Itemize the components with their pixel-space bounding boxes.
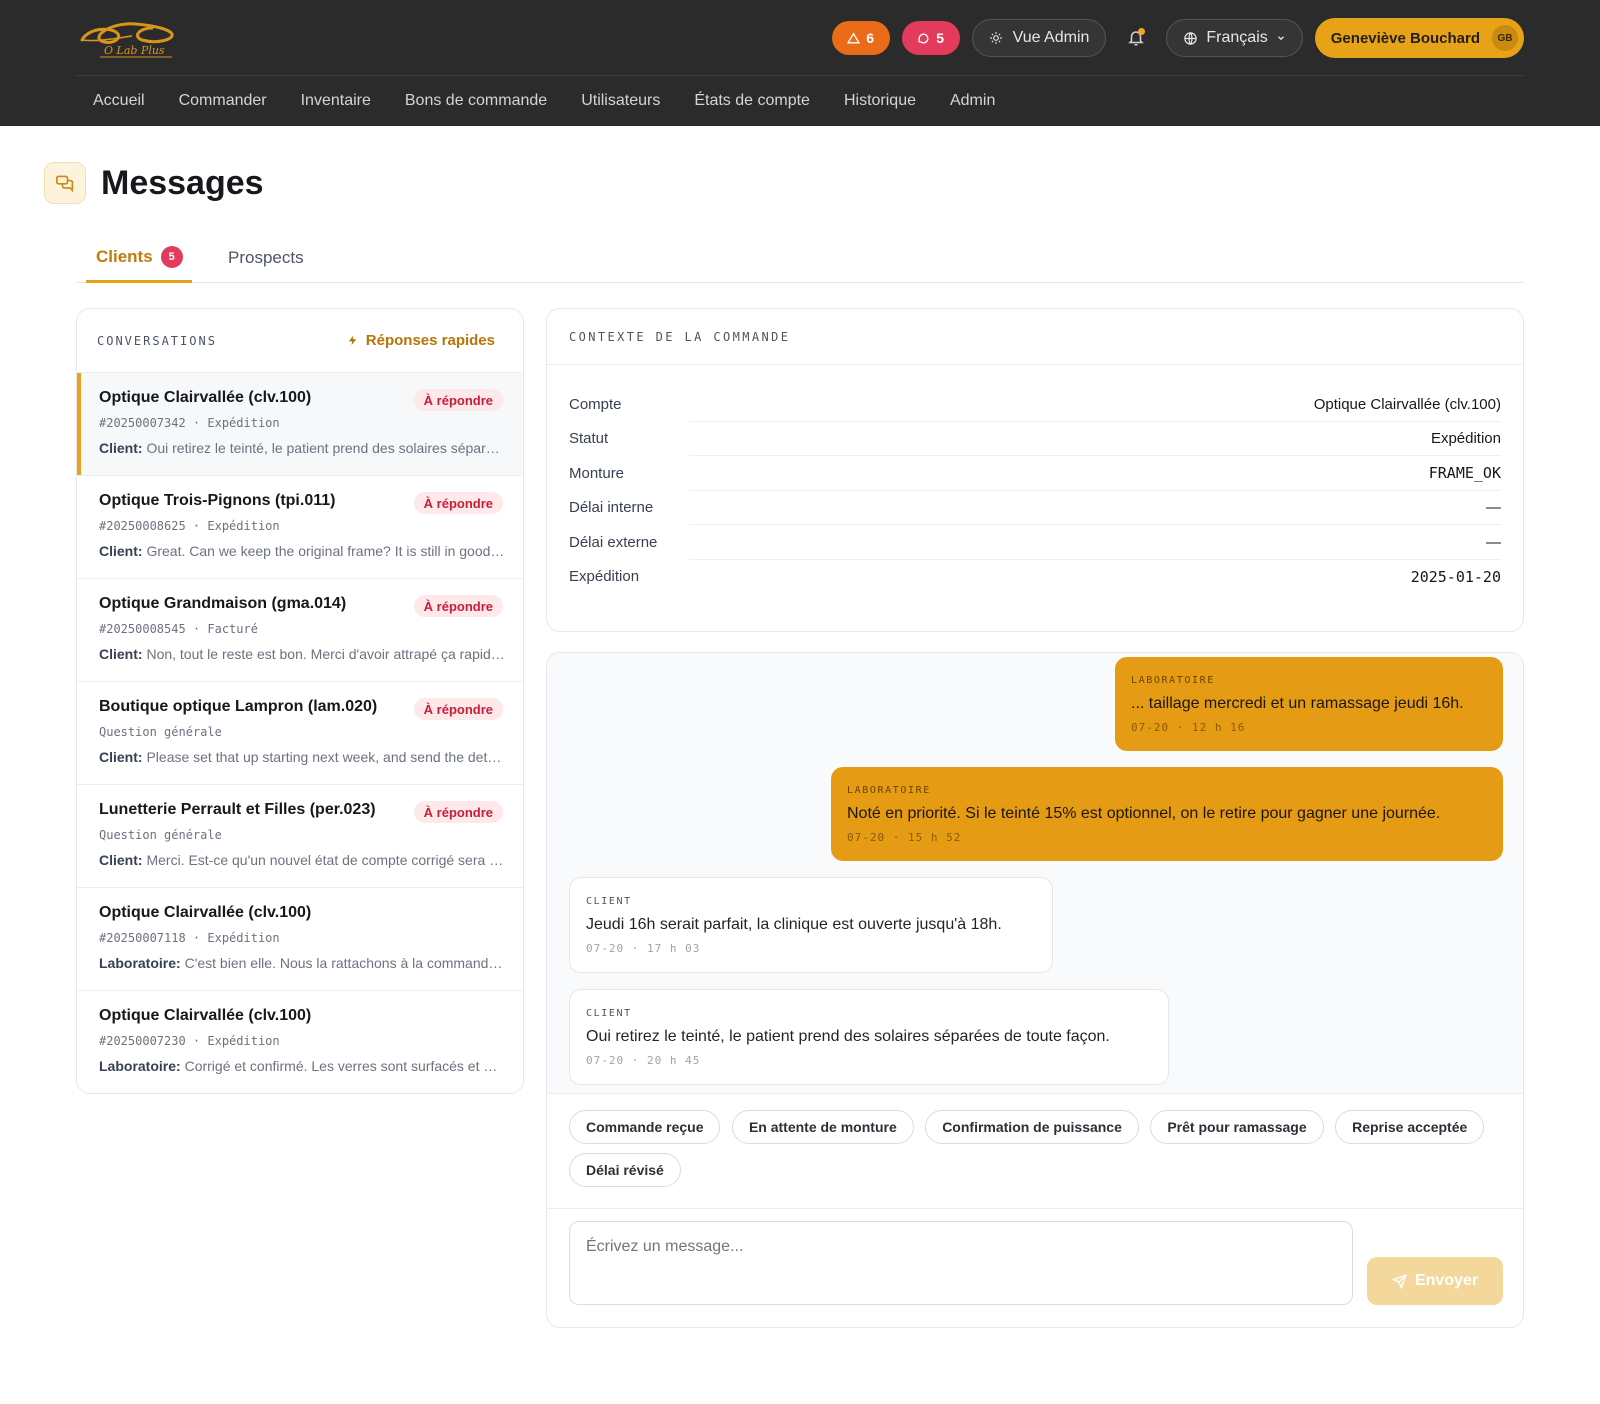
company-logo[interactable]: O Lab Plus (78, 14, 178, 60)
message-bubble-client: CLIENT Oui retirez le teinté, le patient… (569, 989, 1169, 1085)
quick-reply-chip[interactable]: Reprise acceptée (1335, 1110, 1485, 1144)
send-button[interactable]: Envoyer (1367, 1257, 1503, 1305)
context-row-account: Compte Optique Clairvallée (clv.100) (569, 387, 1501, 422)
order-context-title: CONTEXTE DE LA COMMANDE (547, 309, 1523, 365)
context-row-internal-delay: Délai interne — (569, 491, 1501, 526)
messages-badge[interactable]: 5 (901, 21, 960, 55)
quick-replies-bar: Commande reçue En attente de monture Con… (547, 1093, 1523, 1209)
globe-icon (1184, 31, 1198, 45)
status-badge: À répondre (413, 698, 503, 720)
tab-prospects[interactable]: Prospects (228, 234, 304, 282)
status-badge: À répondre (413, 595, 503, 617)
conversations-title: CONVERSATIONS (97, 333, 217, 348)
tab-clients[interactable]: Clients 5 (86, 234, 192, 283)
avatar: GB (1492, 25, 1518, 51)
sun-icon (989, 32, 1002, 44)
top-row: O Lab Plus 6 5 Vue Admin Français Genevi… (76, 0, 1524, 76)
conversation-item[interactable]: Optique Clairvallée (clv.100) #202500071… (77, 888, 523, 991)
top-bar: O Lab Plus 6 5 Vue Admin Français Genevi… (0, 0, 1600, 126)
quick-reply-chip[interactable]: Confirmation de puissance (925, 1110, 1139, 1144)
conversation-item[interactable]: Optique Grandmaison (gma.014) À répondre… (77, 579, 523, 682)
messages-icon (44, 162, 86, 204)
admin-view-button[interactable]: Vue Admin (971, 19, 1107, 57)
conversation-item[interactable]: Optique Clairvallée (clv.100) À répondre… (77, 373, 523, 476)
nav-item-admin[interactable]: Admin (933, 92, 1012, 110)
conversations-header: CONVERSATIONS Réponses rapides (77, 309, 523, 373)
message-thread[interactable]: LABORATOIRE ... taillage mercredi et un … (547, 653, 1523, 1093)
quick-reply-chip[interactable]: Délai révisé (569, 1153, 681, 1187)
quick-reply-chip[interactable]: Prêt pour ramassage (1150, 1110, 1324, 1144)
message-bubble-lab: LABORATOIRE Noté en priorité. Si le tein… (831, 767, 1503, 861)
nav-item-bons-de-commande[interactable]: Bons de commande (388, 92, 564, 110)
quick-reply-chip[interactable]: Commande reçue (569, 1110, 721, 1144)
nav-item-accueil[interactable]: Accueil (76, 92, 162, 110)
chat-bubble-icon (918, 33, 929, 43)
status-badge: À répondre (413, 492, 503, 514)
nav-item-commander[interactable]: Commander (162, 92, 284, 110)
nav-item-etats-de-compte[interactable]: États de compte (677, 92, 827, 110)
page-title: Messages (101, 164, 264, 202)
conversation-item[interactable]: Optique Clairvallée (clv.100) #202500072… (77, 991, 523, 1093)
context-row-shipping: Expédition 2025-01-20 (569, 567, 1501, 586)
send-icon (1391, 1273, 1407, 1289)
quick-replies-link[interactable]: Réponses rapides (347, 332, 495, 349)
conversations-panel: CONVERSATIONS Réponses rapides Optique C… (76, 308, 524, 1094)
nav-item-utilisateurs[interactable]: Utilisateurs (564, 92, 677, 110)
language-selector[interactable]: Français (1166, 19, 1303, 57)
status-badge: À répondre (413, 389, 503, 411)
message-bubble-client: CLIENT Jeudi 16h serait parfait, la clin… (569, 877, 1053, 973)
message-bubble-lab: LABORATOIRE ... taillage mercredi et un … (1115, 657, 1503, 751)
conversation-item[interactable]: Lunetterie Perrault et Filles (per.023) … (77, 785, 523, 888)
tab-count-badge: 5 (160, 246, 183, 268)
alerts-badge[interactable]: 6 (831, 21, 890, 55)
message-input[interactable] (569, 1221, 1353, 1305)
conversation-item[interactable]: Boutique optique Lampron (lam.020) À rép… (77, 682, 523, 785)
status-badge: À répondre (413, 801, 503, 823)
order-context-panel: CONTEXTE DE LA COMMANDE Compte Optique Cl… (546, 308, 1524, 632)
context-row-status: Statut Expédition (569, 422, 1501, 457)
nav-item-historique[interactable]: Historique (827, 92, 933, 110)
context-row-frame: Monture FRAME_OK (569, 456, 1501, 491)
lightning-icon (348, 335, 356, 346)
warning-icon (847, 31, 861, 43)
context-row-external-delay: Délai externe — (569, 525, 1501, 560)
tab-bar: Clients 5 Prospects (76, 234, 1524, 283)
svg-text:O Lab Plus: O Lab Plus (104, 44, 165, 57)
main-nav: Accueil Commander Inventaire Bons de com… (76, 76, 1012, 126)
notifications-button[interactable] (1116, 19, 1156, 57)
chat-panel: LABORATOIRE ... taillage mercredi et un … (546, 652, 1524, 1328)
quick-reply-chip[interactable]: En attente de monture (731, 1110, 914, 1144)
chevron-down-icon (1277, 36, 1284, 41)
conversation-item[interactable]: Optique Trois-Pignons (tpi.011) À répond… (77, 476, 523, 579)
nav-item-inventaire[interactable]: Inventaire (284, 92, 388, 110)
user-menu-button[interactable]: Geneviève Bouchard GB (1314, 18, 1524, 58)
